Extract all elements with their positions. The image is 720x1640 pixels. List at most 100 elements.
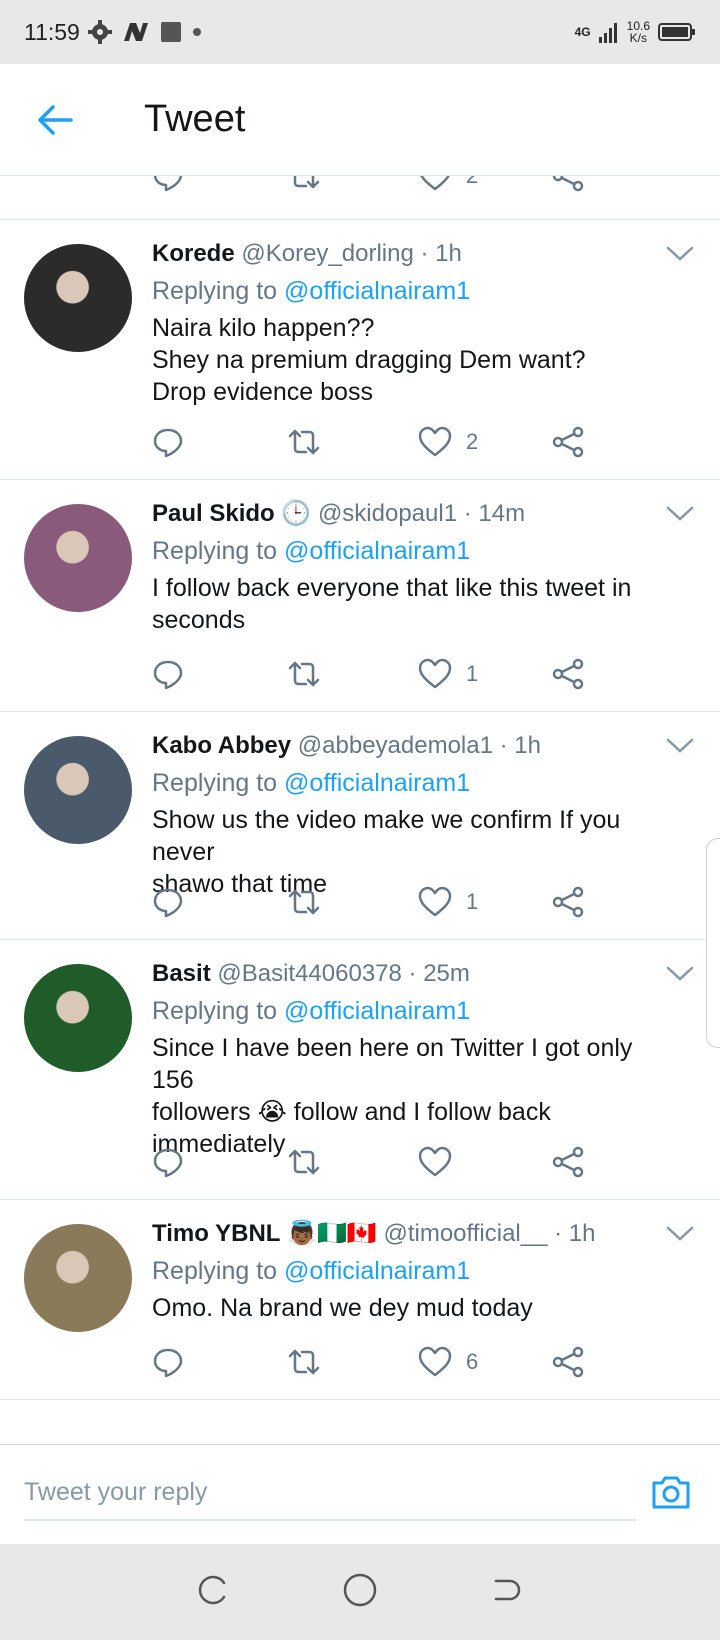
- back-button[interactable]: [0, 64, 110, 176]
- tweet-text: Omo. Na brand we dey mud today: [152, 1292, 680, 1324]
- replying-to-handle[interactable]: @officialnairam1: [284, 1257, 470, 1285]
- like-button[interactable]: 6: [418, 1346, 478, 1378]
- comment-icon: [153, 1148, 183, 1178]
- replying-to: Replying to @officialnairam1: [152, 766, 680, 800]
- replying-to-handle[interactable]: @officialnairam1: [284, 769, 470, 797]
- share-icon: [552, 176, 584, 192]
- retweet-button[interactable]: [286, 426, 322, 458]
- user-handle[interactable]: @Korey_dorling: [241, 240, 413, 267]
- retweet-icon: [288, 429, 320, 455]
- like-count: 6: [466, 1349, 479, 1374]
- tweet-time: · 1h: [499, 732, 541, 759]
- retweet-button[interactable]: [286, 1146, 322, 1178]
- reply-button[interactable]: [152, 658, 184, 690]
- home-button[interactable]: [342, 1572, 378, 1613]
- chevron-down-icon: [666, 246, 694, 261]
- tweet-menu-button[interactable]: [666, 966, 694, 987]
- share-icon: [552, 426, 584, 458]
- tweet-text-line: Show us the video make we confirm If you…: [152, 806, 621, 866]
- share-button[interactable]: [552, 1146, 584, 1178]
- replying-to: Replying to @officialnairam1: [152, 274, 680, 308]
- replying-to-handle[interactable]: @officialnairam1: [284, 277, 470, 305]
- avatar[interactable]: [24, 1224, 132, 1332]
- reply-button[interactable]: [152, 886, 184, 918]
- replying-to-handle[interactable]: @officialnairam1: [284, 537, 470, 565]
- like-count: 2: [466, 176, 478, 189]
- replying-to-label: Replying to: [152, 277, 278, 305]
- reply-composer: Tweet your reply: [0, 1444, 720, 1544]
- like-button[interactable]: 2: [418, 176, 478, 192]
- tweet-actions: [152, 1146, 680, 1186]
- avatar[interactable]: [24, 504, 132, 612]
- display-name[interactable]: Kabo Abbey: [152, 732, 291, 759]
- like-button[interactable]: 2: [418, 426, 478, 458]
- n-app-icon: [123, 23, 148, 41]
- heart-icon: [418, 886, 452, 917]
- avatar[interactable]: [24, 964, 132, 1072]
- user-handle[interactable]: @Basit44060378: [217, 960, 402, 987]
- back-nav-button[interactable]: [490, 1573, 524, 1612]
- display-name[interactable]: Korede: [152, 240, 235, 267]
- share-button[interactable]: [552, 658, 584, 690]
- like-button[interactable]: [418, 1146, 466, 1178]
- retweet-icon: [288, 661, 320, 687]
- comment-icon: [153, 428, 183, 458]
- share-icon: [552, 658, 584, 690]
- chevron-down-icon: [666, 1226, 694, 1241]
- share-button[interactable]: [552, 886, 584, 918]
- share-button[interactable]: [552, 176, 584, 192]
- recents-button[interactable]: [196, 1573, 230, 1612]
- share-button[interactable]: [552, 426, 584, 458]
- display-name[interactable]: Basit: [152, 960, 211, 987]
- chevron-down-icon: [666, 506, 694, 521]
- tweet-text-line: Omo. Na brand we dey mud today: [152, 1294, 533, 1322]
- replying-to-label: Replying to: [152, 537, 278, 565]
- chevron-down-icon: [666, 966, 694, 981]
- tweet-item[interactable]: Kabo Abbey @abbeyademola1 · 1h Replying …: [0, 712, 720, 940]
- reply-button[interactable]: [152, 1346, 184, 1378]
- camera-button[interactable]: [650, 1473, 692, 1516]
- retweet-button[interactable]: [286, 1346, 322, 1378]
- tweet-text-line: Naira kilo happen??: [152, 314, 375, 342]
- tweet-item[interactable]: Timo YBNL 👼🏾🇳🇬🇨🇦 @timoofficial__ · 1h Re…: [0, 1200, 720, 1400]
- display-name[interactable]: Timo YBNL: [152, 1220, 280, 1247]
- tweet-menu-button[interactable]: [666, 246, 694, 267]
- retweet-button[interactable]: [286, 886, 322, 918]
- tweet-menu-button[interactable]: [666, 506, 694, 527]
- replying-to-label: Replying to: [152, 769, 278, 797]
- reply-feed[interactable]: 2 Korede @Korey_dorling · 1h Replying to…: [0, 176, 720, 1444]
- reply-input[interactable]: Tweet your reply: [24, 1463, 636, 1521]
- reply-button[interactable]: [152, 176, 184, 192]
- heart-icon: [420, 176, 450, 191]
- tweet-item[interactable]: Basit @Basit44060378 · 25m Replying to @…: [0, 940, 720, 1200]
- tweet-item[interactable]: Korede @Korey_dorling · 1h Replying to @…: [0, 220, 720, 480]
- tweet-text: Since I have been here on Twitter I got …: [152, 1032, 680, 1160]
- retweet-icon: [288, 889, 320, 915]
- retweet-button[interactable]: [286, 658, 322, 690]
- chevron-down-icon: [666, 738, 694, 753]
- user-handle[interactable]: @timoofficial__: [383, 1220, 547, 1247]
- like-button[interactable]: 1: [418, 658, 478, 690]
- system-nav-bar: [0, 1544, 720, 1640]
- display-name[interactable]: Paul Skido: [152, 500, 275, 527]
- edge-panel-handle[interactable]: [706, 838, 720, 1048]
- replying-to-handle[interactable]: @officialnairam1: [284, 997, 470, 1025]
- heart-icon: [418, 1346, 452, 1377]
- replying-to-label: Replying to: [152, 1257, 278, 1285]
- user-handle[interactable]: @abbeyademola1: [298, 732, 493, 759]
- avatar[interactable]: [24, 244, 132, 352]
- tweet-text-line: I follow back everyone that like this tw…: [152, 574, 632, 602]
- tweet-text: Naira kilo happen?? Shey na premium dragg…: [152, 312, 680, 408]
- like-button[interactable]: 1: [418, 886, 478, 918]
- tweet-item[interactable]: Paul Skido 🕒 @skidopaul1 · 14m Replying …: [0, 480, 720, 712]
- tweet-menu-button[interactable]: [666, 1226, 694, 1247]
- avatar[interactable]: [24, 736, 132, 844]
- share-button[interactable]: [552, 1346, 584, 1378]
- user-handle[interactable]: @skidopaul1: [318, 500, 457, 527]
- tweet-menu-button[interactable]: [666, 738, 694, 759]
- reply-button[interactable]: [152, 426, 184, 458]
- retweet-button[interactable]: [286, 176, 322, 192]
- reply-button[interactable]: [152, 1146, 184, 1178]
- back-nav-icon: [494, 1579, 521, 1600]
- tweet-text-line: seconds: [152, 606, 246, 634]
